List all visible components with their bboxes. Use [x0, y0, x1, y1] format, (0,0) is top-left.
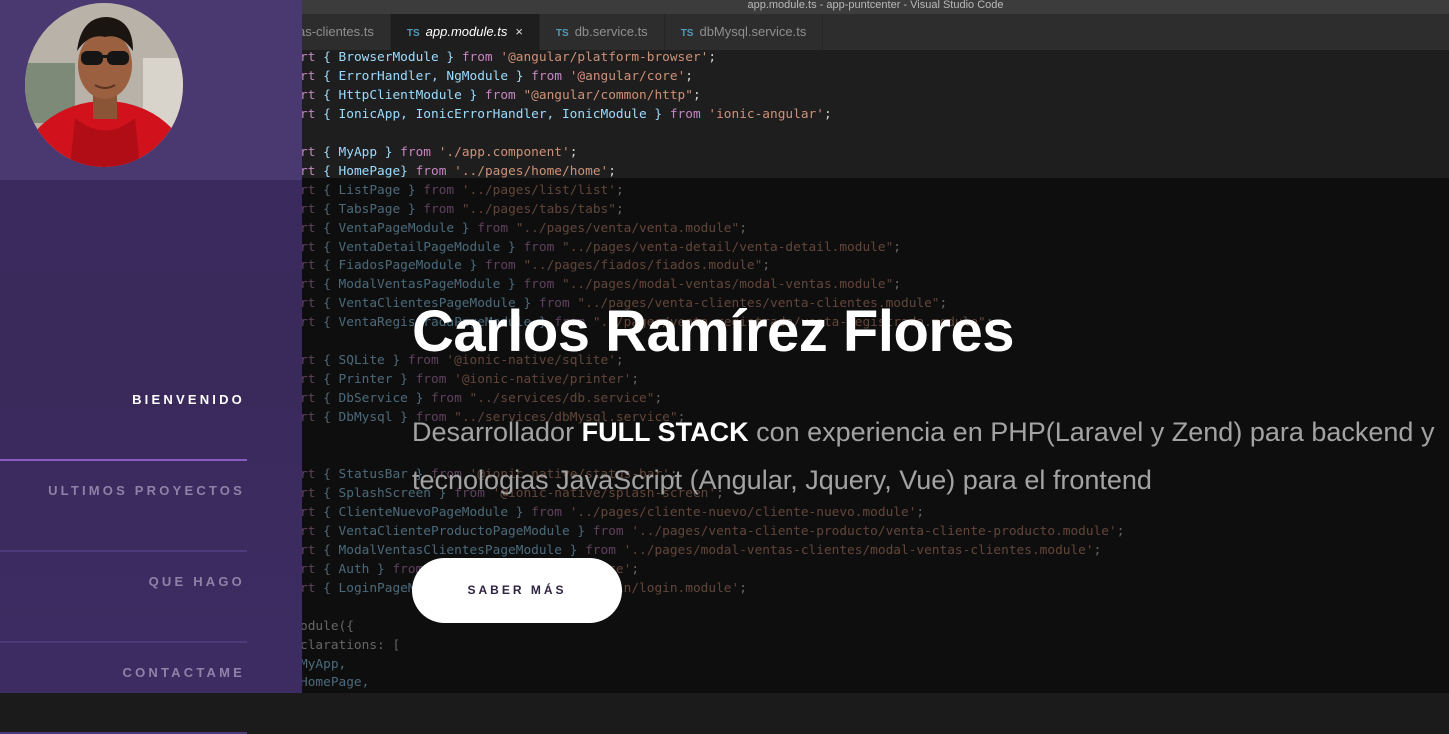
editor-tab-label: as-clientes.ts: [302, 24, 374, 39]
ts-icon: TS: [680, 28, 694, 39]
sidebar: BIENVENIDO ULTIMOS PROYECTOS QUE HAGO CO…: [0, 0, 302, 734]
profile-photo: [25, 3, 183, 167]
hero-description: Desarrollador FULL STACK con experiencia…: [412, 408, 1442, 504]
nav-item-label: CONTACTAME: [122, 665, 245, 680]
nav-item-label: ULTIMOS PROYECTOS: [48, 483, 245, 498]
hero-desc-highlight: FULL STACK: [581, 417, 749, 447]
ts-icon: TS: [406, 28, 420, 39]
saber-mas-button[interactable]: SABER MÁS: [412, 558, 622, 623]
nav-item-label: BIENVENIDO: [132, 392, 245, 407]
profile-header: [0, 0, 302, 180]
editor-window-title: app.module.ts - app-puntcenter - Visual …: [302, 0, 1449, 14]
editor-tab-active: TS app.module.ts ×: [390, 14, 540, 50]
nav-item-que-hago[interactable]: QUE HAGO: [0, 552, 247, 643]
ts-icon: TS: [555, 28, 569, 39]
editor-tab-bar: as-clientes.ts TS app.module.ts × TS db.servi…: [302, 14, 1449, 50]
nav-item-label: QUE HAGO: [148, 574, 245, 589]
editor-tab-label: db.service.ts: [574, 24, 648, 39]
hero-desc-prefix: Desarrollador: [412, 417, 582, 447]
nav-item-ultimos-proyectos[interactable]: ULTIMOS PROYECTOS: [0, 461, 247, 552]
nav-item-bienvenido[interactable]: BIENVENIDO: [0, 370, 247, 461]
editor-tab: TS db.service.ts: [539, 14, 665, 50]
close-icon: ×: [515, 24, 523, 39]
editor-tab-label: app.module.ts: [425, 24, 508, 39]
editor-tab: TS dbMysql.service.ts: [664, 14, 824, 50]
hero-title: Carlos Ramírez Flores: [412, 299, 1014, 364]
editor-tab: as-clientes.ts: [302, 14, 391, 50]
main-nav: BIENVENIDO ULTIMOS PROYECTOS QUE HAGO CO…: [0, 370, 247, 734]
nav-item-contactame[interactable]: CONTACTAME: [0, 643, 247, 734]
avatar: [25, 3, 183, 167]
editor-tab-label: dbMysql.service.ts: [699, 24, 807, 39]
